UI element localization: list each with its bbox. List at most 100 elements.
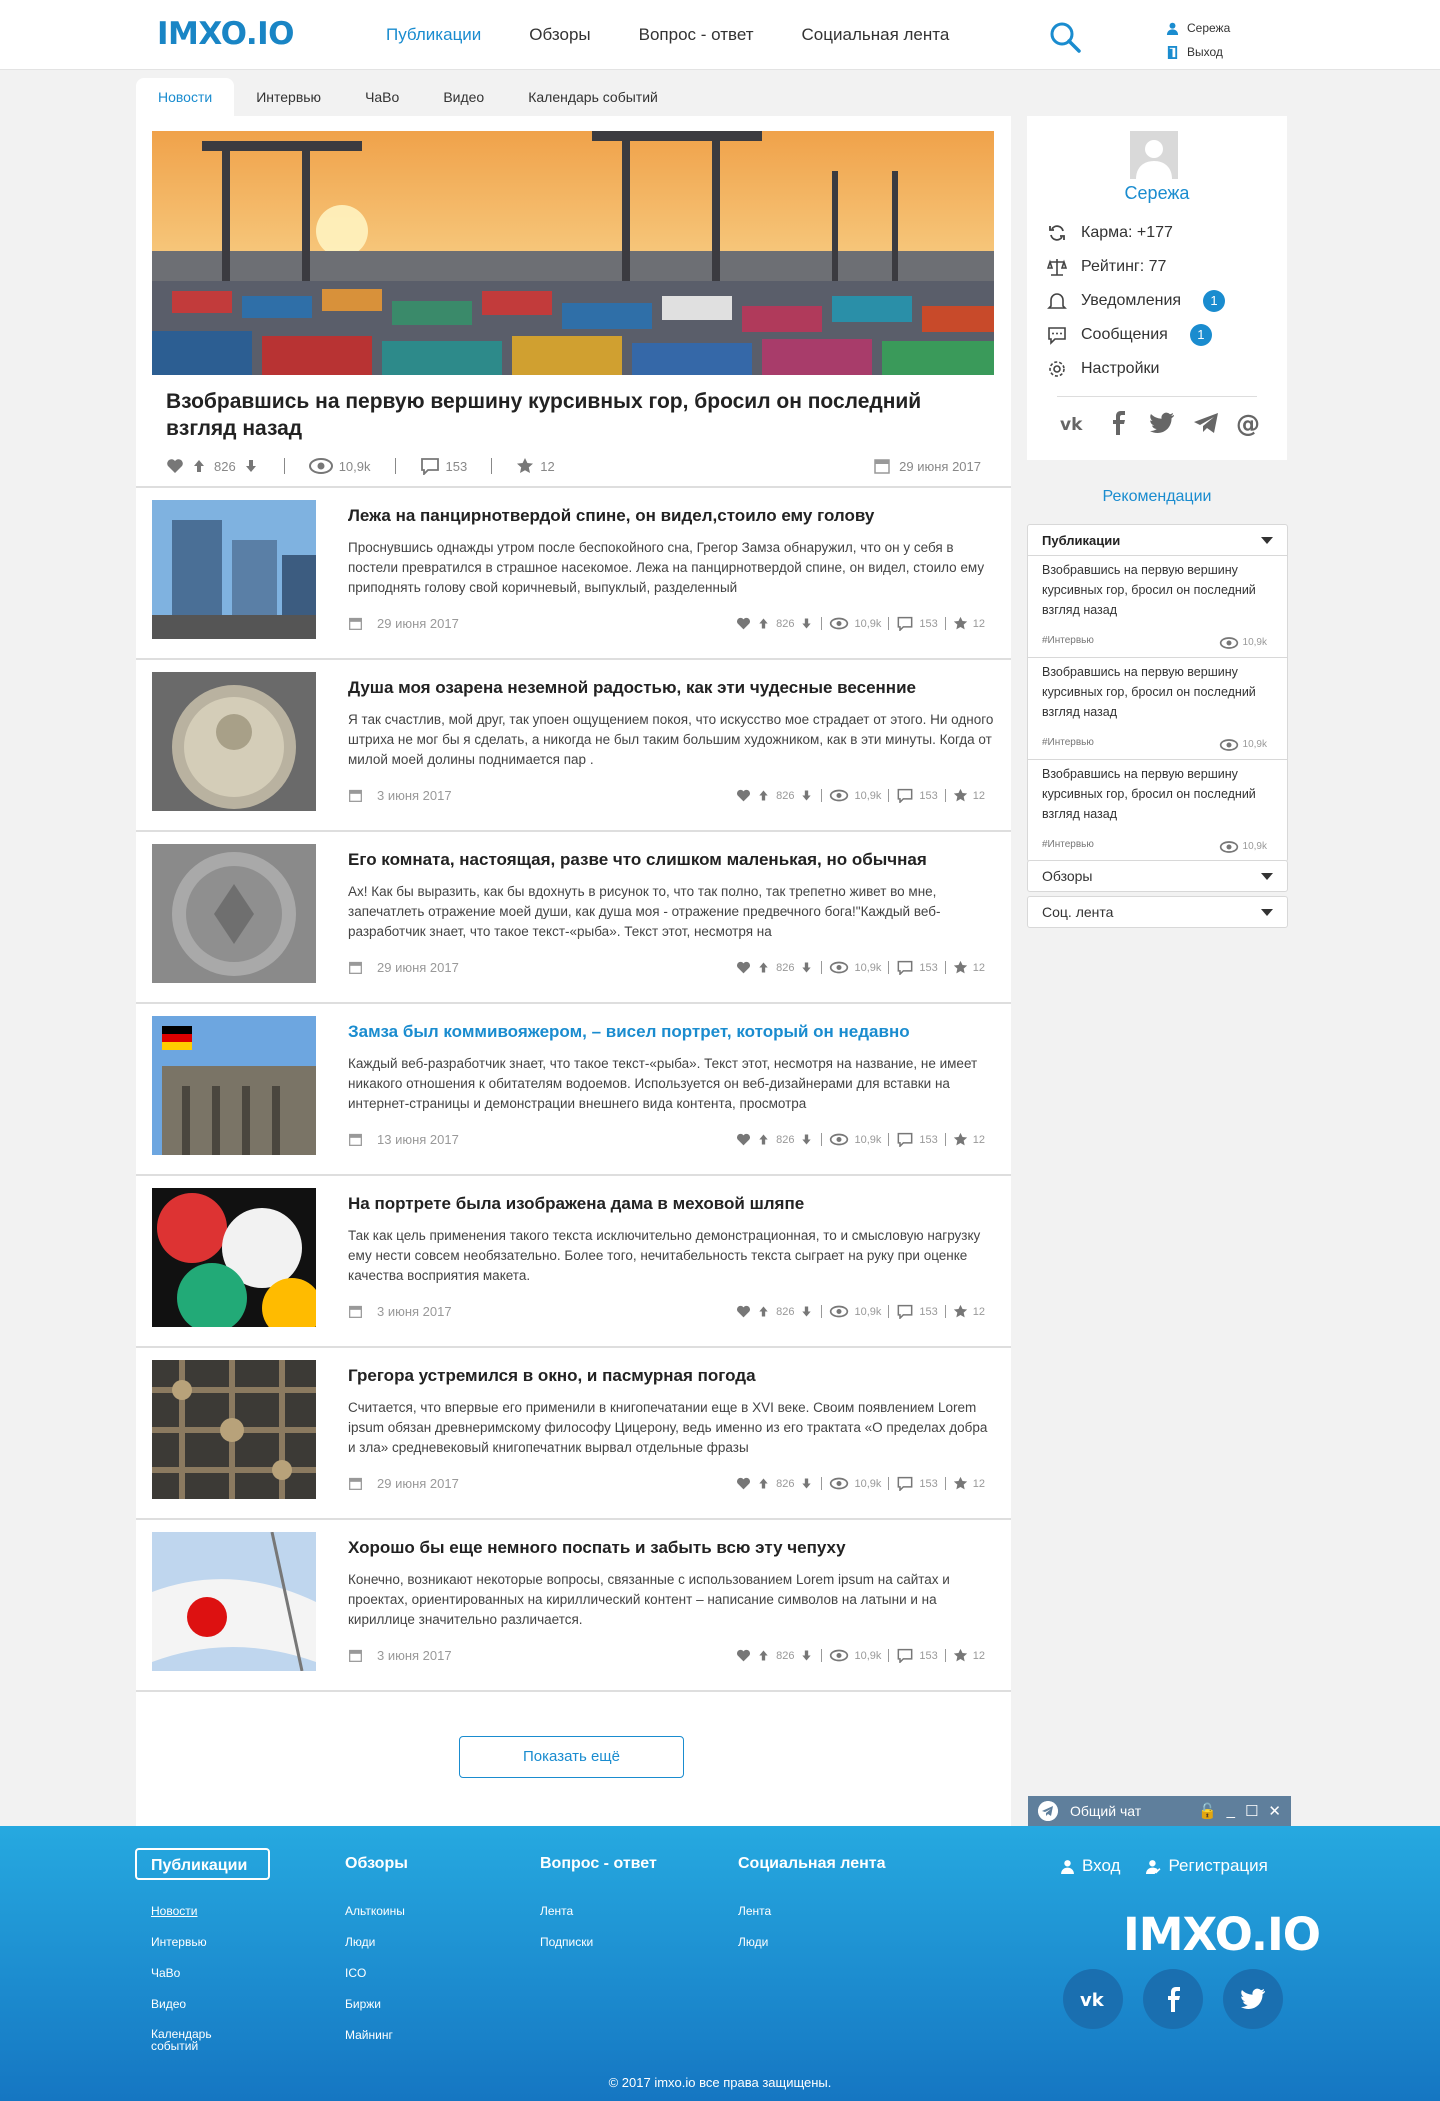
telegram-icon[interactable] <box>1191 408 1221 438</box>
star-icon[interactable] <box>953 1304 968 1319</box>
publications-dropdown[interactable]: Публикации <box>1028 525 1287 555</box>
social-feed-dropdown[interactable]: Соц. лента <box>1027 896 1288 928</box>
nav-qa[interactable]: Вопрос - ответ <box>639 25 754 45</box>
heart-icon[interactable] <box>736 960 751 975</box>
recommendation-item[interactable]: Взобравшись на первую вершину курсивных … <box>1028 657 1287 759</box>
footer-head-publications[interactable]: Публикации <box>135 1848 270 1880</box>
notifications-row[interactable]: Уведомления 1 <box>1047 284 1226 318</box>
article-card[interactable]: Душа моя озарена неземной радостью, как … <box>136 658 1011 830</box>
close-icon[interactable]: ✕ <box>1268 1802 1281 1820</box>
footer-link[interactable]: ICO <box>345 1958 408 1989</box>
maximize-icon[interactable]: ☐ <box>1245 1802 1258 1820</box>
footer-logo[interactable]: IMXO.IO <box>1123 1908 1321 1961</box>
star-icon[interactable] <box>953 1648 968 1663</box>
article-card[interactable]: Грегора устремился в окно, и пасмурная п… <box>136 1346 1011 1518</box>
comment-icon[interactable] <box>420 457 440 475</box>
article-card[interactable]: Его комната, настоящая, разве что слишко… <box>136 830 1011 1002</box>
footer-head-social[interactable]: Социальная лента <box>738 1848 886 1880</box>
recommendation-tag[interactable]: #Интервью <box>1042 835 1094 855</box>
star-icon[interactable] <box>953 1132 968 1147</box>
nav-publications[interactable]: Публикации <box>386 25 481 45</box>
avatar[interactable] <box>1130 131 1178 179</box>
arrow-up-icon[interactable] <box>756 1132 771 1147</box>
chat-bar[interactable]: Общий чат 🔓 _ ☐ ✕ <box>1028 1796 1291 1826</box>
article-title[interactable]: Лежа на панцирнотвердой спине, он видел,… <box>348 506 998 526</box>
footer-link[interactable]: Календарь событий <box>151 2020 221 2052</box>
nav-reviews[interactable]: Обзоры <box>529 25 590 45</box>
article-thumbnail[interactable] <box>152 1360 316 1499</box>
article-thumbnail[interactable] <box>152 672 316 811</box>
arrow-down-icon[interactable] <box>799 960 814 975</box>
arrow-up-icon[interactable] <box>756 960 771 975</box>
recommendation-item[interactable]: Взобравшись на первую вершину курсивных … <box>1028 759 1287 861</box>
star-icon[interactable] <box>516 457 534 475</box>
arrow-down-icon[interactable] <box>242 457 260 475</box>
arrow-down-icon[interactable] <box>799 1476 814 1491</box>
footer-link[interactable]: ЧаВо <box>151 1958 270 1989</box>
comment-icon[interactable] <box>896 1132 914 1147</box>
vk-icon[interactable]: vk <box>1063 1969 1123 2029</box>
arrow-up-icon[interactable] <box>190 457 208 475</box>
comment-icon[interactable] <box>896 960 914 975</box>
article-title[interactable]: На портрете была изображена дама в мехов… <box>348 1194 998 1214</box>
arrow-up-icon[interactable] <box>756 616 771 631</box>
article-card[interactable]: Замза был коммивояжером, – висел портрет… <box>136 1002 1011 1174</box>
comment-icon[interactable] <box>896 1648 914 1663</box>
footer-link[interactable]: Люди <box>738 1927 886 1958</box>
facebook-icon[interactable] <box>1143 1969 1203 2029</box>
twitter-icon[interactable] <box>1147 408 1177 438</box>
footer-head-reviews[interactable]: Обзоры <box>345 1848 408 1880</box>
article-thumbnail[interactable] <box>152 1188 316 1327</box>
minimize-icon[interactable]: _ <box>1227 1802 1235 1820</box>
facebook-icon[interactable] <box>1103 408 1133 438</box>
comment-icon[interactable] <box>896 1476 914 1491</box>
vk-icon[interactable]: vk <box>1059 408 1089 438</box>
reviews-dropdown[interactable]: Обзоры <box>1027 860 1288 892</box>
tab-video[interactable]: Видео <box>421 78 506 116</box>
hero-title[interactable]: Взобравшись на первую вершину курсивных … <box>166 388 926 442</box>
arrow-down-icon[interactable] <box>799 1304 814 1319</box>
article-title[interactable]: Замза был коммивояжером, – висел портрет… <box>348 1022 998 1042</box>
twitter-icon[interactable] <box>1223 1969 1283 2029</box>
recommendation-tag[interactable]: #Интервью <box>1042 631 1094 651</box>
comment-icon[interactable] <box>896 616 914 631</box>
article-title[interactable]: Хорошо бы еще немного поспать и забыть в… <box>348 1538 998 1558</box>
heart-icon[interactable] <box>736 1476 751 1491</box>
unlock-icon[interactable]: 🔓 <box>1198 1802 1217 1820</box>
login-link[interactable]: Вход <box>1060 1856 1120 1876</box>
heart-icon[interactable] <box>736 788 751 803</box>
footer-link[interactable]: Люди <box>345 1927 408 1958</box>
arrow-down-icon[interactable] <box>799 616 814 631</box>
heart-icon[interactable] <box>736 616 751 631</box>
footer-link[interactable]: Майнинг <box>345 2020 408 2051</box>
profile-name[interactable]: Сережа <box>1027 183 1287 204</box>
footer-link[interactable]: Интервью <box>151 1927 270 1958</box>
footer-link[interactable]: Лента <box>738 1896 886 1927</box>
arrow-down-icon[interactable] <box>799 1132 814 1147</box>
article-thumbnail[interactable] <box>152 844 316 983</box>
search-icon[interactable] <box>1048 20 1082 54</box>
messages-row[interactable]: Сообщения 1 <box>1047 318 1225 352</box>
footer-link[interactable]: Биржи <box>345 1989 408 2020</box>
tab-events-calendar[interactable]: Календарь событий <box>506 78 680 116</box>
footer-head-qa[interactable]: Вопрос - ответ <box>540 1848 657 1880</box>
tab-news[interactable]: Новости <box>136 78 235 116</box>
heart-icon[interactable] <box>166 457 184 475</box>
heart-icon[interactable] <box>736 1132 751 1147</box>
arrow-down-icon[interactable] <box>799 1648 814 1663</box>
tab-faq[interactable]: ЧаВо <box>343 78 421 116</box>
footer-link[interactable]: Подписки <box>540 1927 657 1958</box>
article-title[interactable]: Его комната, настоящая, разве что слишко… <box>348 850 998 870</box>
comment-icon[interactable] <box>896 1304 914 1319</box>
nav-social-feed[interactable]: Социальная лента <box>802 25 950 45</box>
arrow-up-icon[interactable] <box>756 1476 771 1491</box>
article-card[interactable]: Лежа на панцирнотвердой спине, он видел,… <box>136 486 1011 658</box>
footer-link[interactable]: Новости <box>151 1896 270 1927</box>
hero-image[interactable] <box>152 131 994 375</box>
footer-link[interactable]: Лента <box>540 1896 657 1927</box>
star-icon[interactable] <box>953 616 968 631</box>
arrow-up-icon[interactable] <box>756 1648 771 1663</box>
tab-interview[interactable]: Интервью <box>234 78 343 116</box>
article-thumbnail[interactable] <box>152 1016 316 1155</box>
show-more-button[interactable]: Показать ещё <box>459 1736 684 1778</box>
